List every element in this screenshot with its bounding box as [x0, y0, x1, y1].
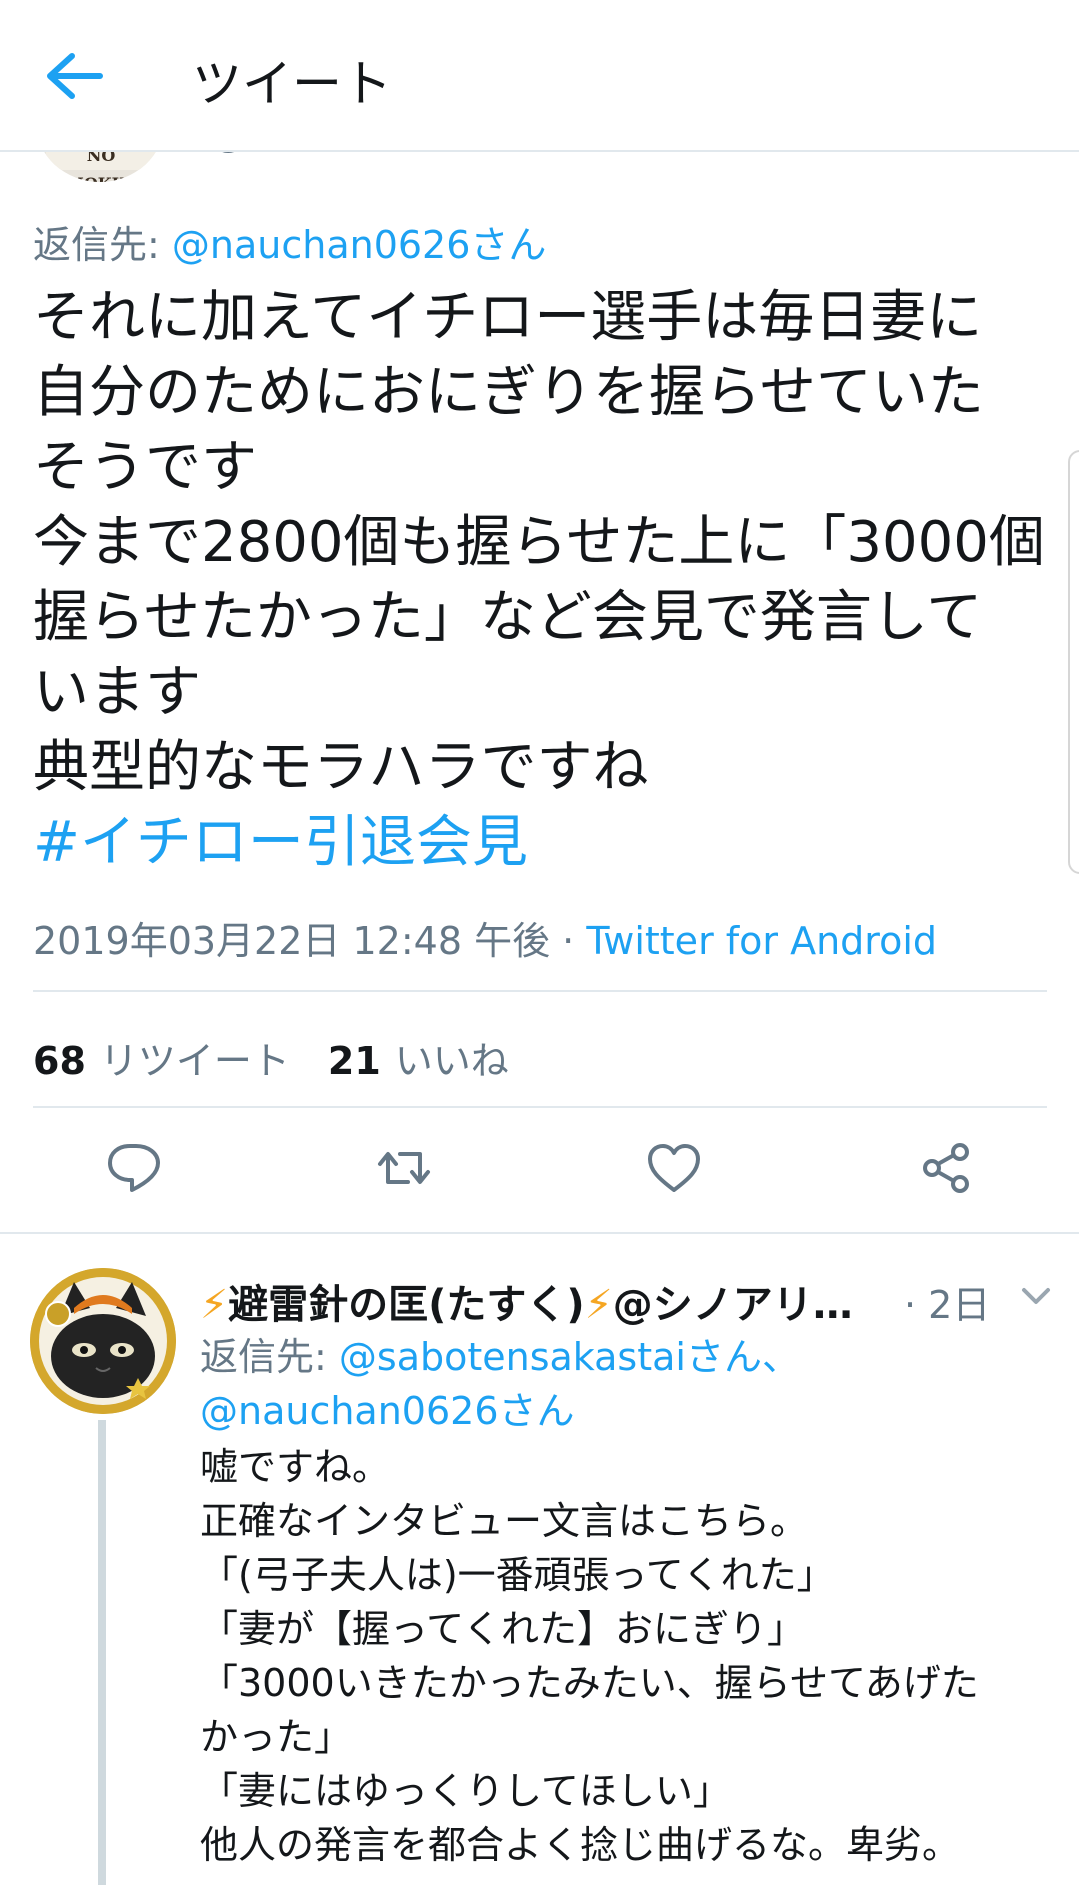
lightning-icon: ⚡ [584, 1282, 613, 1328]
action-bar [0, 1140, 1079, 1200]
client-link[interactable]: Twitter for Android [586, 919, 937, 963]
retweet-count: 68 [33, 1039, 86, 1083]
like-count: 21 [327, 1039, 381, 1083]
divider [33, 990, 1047, 992]
divider [0, 1232, 1079, 1234]
reply-to: 返信先: @nauchan0626さん [33, 214, 546, 269]
reply-line: 「妻にはゆっくりしてほしい」 [200, 1769, 731, 1813]
reply-mention-2[interactable]: @nauchan0626さん [200, 1389, 575, 1433]
reply-line: 他人の発言を都合よく捻じ曲げるな。卑劣。 [200, 1823, 961, 1867]
tweet-timestamp: 2019年03月22日 12:48 午後 · [33, 919, 587, 963]
tweet-meta: 2019年03月22日 12:48 午後 · Twitter for Andro… [33, 910, 937, 965]
tweet-line: そうです [33, 435, 257, 500]
tweet-line: います [33, 660, 201, 725]
tweet-stats: 68 リツイート 21 いいね [33, 1030, 509, 1085]
reply-to-label: 返信先: [33, 223, 160, 267]
reply-icon[interactable] [106, 1140, 162, 1196]
retweet-label: リツイート [99, 1039, 290, 1083]
divider [33, 1106, 1047, 1108]
like-label: いいね [394, 1039, 509, 1083]
tweet-line: 握らせたかった」など会見で発言して [33, 585, 983, 650]
reply-author[interactable]: ⚡避雷針の匡(たすく)⚡@シノアリ… [200, 1272, 853, 1330]
retweets-stat[interactable]: 68 リツイート [33, 1039, 290, 1083]
reply-mention-1[interactable]: @sabotensakastaiさん、 [339, 1335, 800, 1379]
reply-line: 正確なインタビュー文言はこちら。 [200, 1499, 809, 1543]
like-icon[interactable] [646, 1140, 702, 1196]
reply-line: 「(弓子夫人は)一番頑張ってくれた」 [200, 1553, 835, 1597]
thread-line [98, 1420, 106, 1885]
reply-line: 「3000いきたかったみたい、握らせてあげた [200, 1661, 979, 1705]
arrow-left-icon[interactable] [44, 52, 104, 100]
retweet-icon[interactable] [376, 1140, 432, 1196]
share-icon[interactable] [918, 1140, 974, 1196]
reply-handle: @シノアリ… [612, 1282, 853, 1328]
reply-text: 嘘ですね。 正確なインタビュー文言はこちら。 「(弓子夫人は)一番頑張ってくれた… [200, 1440, 1060, 1872]
cat-avatar-icon [30, 1268, 176, 1414]
reply-avatar[interactable] [30, 1268, 176, 1414]
tweet-line: 今まで2800個も握らせた上に「3000個 [33, 510, 1045, 575]
page-title: ツイート [192, 55, 392, 113]
lightning-icon: ⚡ [200, 1282, 229, 1328]
reply-line: 嘘ですね。 [200, 1445, 391, 1489]
tweet-text: それに加えてイチロー選手は毎日妻に 自分のためにおにぎりを握らせていた そうです… [33, 280, 1053, 880]
reply-to-mention[interactable]: @nauchan0626さん [172, 223, 547, 267]
tweet-line: それに加えてイチロー選手は毎日妻に [33, 285, 983, 350]
reply-to-label: 返信先: [200, 1335, 327, 1379]
reply-line: 「妻が【握ってくれた】おにぎり」 [200, 1607, 805, 1651]
likes-stat[interactable]: 21 いいね [328, 1039, 509, 1083]
tweet-line: 典型的なモラハラですね [33, 735, 649, 800]
reply-display-name: 避雷針の匡(たすく) [228, 1282, 585, 1328]
edge-scroll-indicator[interactable] [1068, 450, 1079, 874]
app-header: ツイート [0, 0, 1079, 152]
reply-time: · 2日 [904, 1283, 991, 1327]
reply-line: かった」 [200, 1715, 353, 1759]
chevron-down-icon[interactable] [1018, 1282, 1054, 1310]
reply-reply-to: 返信先: @sabotensakastaiさん、 @nauchan0626さん [200, 1330, 800, 1438]
hashtag-link[interactable]: #イチロー引退会見 [33, 805, 1053, 880]
tweet-line: 自分のためにおにぎりを握らせていた [33, 360, 984, 425]
